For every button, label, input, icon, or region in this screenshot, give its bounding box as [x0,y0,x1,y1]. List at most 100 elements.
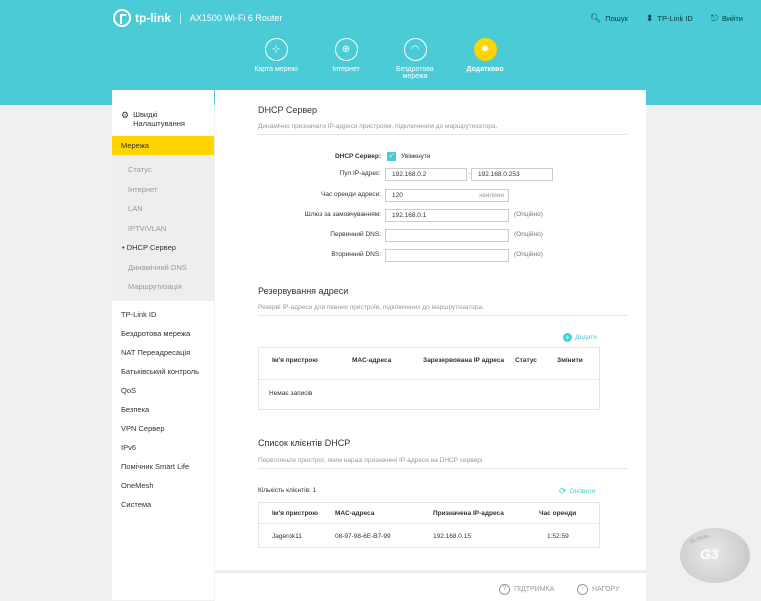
client-mac: 08-97-98-6E-B7-99 [335,533,391,540]
brand-name: tp-link [135,11,171,25]
ip-pool-end-input[interactable]: 192.168.0.253 [471,168,553,181]
ip-pool-row: Пул IP-адрес: 192.168.0.2 - 192.168.0.25… [215,168,646,182]
sidebar-subitem-internet[interactable]: Інтернет [112,180,214,200]
secondary-dns-optional-hint: (Опційно) [514,251,543,258]
tab-network-map[interactable]: ⊹ Карта мережі [244,38,308,73]
col-reserved-ip: Зарезервована IP адреса [423,357,505,364]
sidebar-subitem-dhcp-server[interactable]: DHCP Сервер [112,238,214,258]
gateway-input[interactable]: 192.168.0.1 [385,209,509,222]
sidebar-item-tplink-id[interactable]: TP-Link ID [112,305,214,324]
header-tools: 🔍︎ Пошук ⬍ TP-Link ID ⎋ Вийти [590,13,761,24]
sidebar-item-qos[interactable]: QoS [112,381,214,400]
sidebar-subitem-routing[interactable]: Маршрутизація [112,277,214,297]
clients-section-title: Список клієнтів DHCP [258,438,351,448]
clients-table: Ім'я пристрою МАС-адреса Призначена IP-а… [258,502,600,548]
reservation-empty: Немає записів [269,390,313,397]
gateway-row: Шлюз за замовчуванням: 192.168.0.1 (Опці… [215,209,646,223]
tab-wireless[interactable]: ◠ Бездротова мережа [383,38,447,80]
primary-dns-label: Первинний DNS: [330,231,381,238]
sidebar-network-submenu: Статус Інтернет LAN IPTV/VLAN DHCP Серве… [112,155,214,301]
reservation-section-title: Резервування адреси [258,286,349,296]
tab-internet[interactable]: ⊕ Інтернет [314,38,378,73]
primary-dns-input[interactable] [385,229,509,242]
client-name: Jagerok11 [272,533,302,540]
logout-button[interactable]: ⎋ Вийти [711,13,743,24]
sidebar-subitem-iptv-vlan[interactable]: IPTV/VLAN [112,219,214,239]
ip-pool-start-input[interactable]: 192.168.0.2 [385,168,467,181]
support-link[interactable]: ? ПІДТРИМКА [499,584,554,595]
sidebar-subitem-ddns[interactable]: Динамічний DNS [112,258,214,278]
dhcp-section-title: DHCP Сервер [258,105,318,115]
logo-separator: | [179,12,182,24]
dhcp-enable-checkbox[interactable]: ✓ [387,152,396,161]
wifi-icon: ◠ [403,38,427,61]
sidebar-item-system[interactable]: Система [112,495,214,514]
client-lease: 1:52:59 [547,533,569,540]
main-content: DHCP Сервер Динамічно призначати IP-адре… [215,90,646,570]
search-icon: 🔍︎ [589,13,602,23]
lease-time-row: Час оренди адреси: 120 хвилини [215,189,646,203]
col-client-name: Ім'я пристрою [272,510,318,517]
secondary-dns-label: Вторинний DNS: [331,251,381,258]
network-map-icon: ⊹ [264,38,288,61]
tp-link-logo-icon [113,9,131,27]
back-to-top-link[interactable]: ↑ НАГОРУ [577,584,620,595]
col-device-name: Ім'я пристрою [272,357,318,364]
gateway-optional-hint: (Опційно) [514,211,543,218]
sidebar-item-ipv6[interactable]: IPv6 [112,438,214,457]
sidebar: ⚙ Швидкі Налаштування Мережа Статус Інте… [112,90,214,600]
search-button[interactable]: 🔍︎ Пошук [590,13,628,24]
sidebar-item-parental-controls[interactable]: Батьківський контроль [112,362,214,381]
dhcp-server-row: DHCP Сервер: ✓ Увімкнути [215,151,646,165]
sidebar-item-quick-setup[interactable]: ⚙ Швидкі Налаштування [112,110,214,128]
col-mac: МАС-адреса [352,357,392,364]
dhcp-enable-label: Увімкнути [401,153,431,160]
watermark-mark: G3 [700,546,719,562]
reservation-section-desc: Резерві IP-адреси для певних пристроїв, … [258,304,628,316]
col-status: Статус [515,357,537,364]
col-client-lease: Час оренди [539,510,577,517]
refresh-icon: ⟳ [559,486,567,496]
sidebar-subitem-lan[interactable]: LAN [112,199,214,219]
lease-time-input[interactable]: 120 хвилини [385,189,509,202]
sidebar-item-nat[interactable]: NAT Переадресація [112,343,214,362]
tplink-id-icon: ⬍ [645,13,654,23]
secondary-dns-input[interactable] [385,249,509,262]
clients-table-header: Ім'я пристрою МАС-адреса Призначена IP-а… [259,503,599,524]
bottom-bar: ? ПІДТРИМКА ↑ НАГОРУ [215,572,646,601]
sidebar-item-smart-life[interactable]: Помічник Smart Life [112,457,214,476]
watermark-text: GLOBAL [689,532,711,546]
support-icon: ? [499,584,510,595]
watermark-logo: GLOBAL G3 [680,528,750,583]
gateway-label: Шлюз за замовчуванням: [304,211,381,218]
brand-logo[interactable]: tp-link | AX1500 Wi-Fi 6 Router [113,9,282,27]
logout-icon: ⎋ [710,13,718,23]
clients-section-desc: Перегляньте пристрої, яким наразі призна… [258,457,628,469]
sidebar-item-wireless[interactable]: Бездротова мережа [112,324,214,343]
sidebar-subitem-status[interactable]: Статус [112,160,214,180]
router-model: AX1500 Wi-Fi 6 Router [189,13,283,23]
tplink-id-button[interactable]: ⬍ TP-Link ID [646,13,693,24]
sidebar-item-onemesh[interactable]: OneMesh [112,476,214,495]
lease-time-unit: хвилини [479,192,504,199]
primary-dns-row: Первинний DNS: (Опційно) [215,229,646,243]
col-client-mac: МАС-адреса [335,510,375,517]
dhcp-server-label: DHCP Сервер: [334,153,381,160]
ip-pool-label: Пул IP-адрес: [339,170,381,177]
globe-icon: ⊕ [334,38,358,61]
sidebar-item-network[interactable]: Мережа [112,136,214,155]
client-count: Кількість клієнтів: 1 [258,487,317,494]
tab-advanced[interactable]: ✹ Додатково [453,38,517,73]
quick-setup-icon: ⚙ [121,110,130,120]
reservation-table: Ім'я пристрою МАС-адреса Зарезервована I… [258,347,600,410]
refresh-button[interactable]: ⟳ Оновити [559,486,596,497]
add-reservation-button[interactable]: + Додати [563,333,597,342]
sidebar-item-security[interactable]: Безпека [112,400,214,419]
reservation-table-header: Ім'я пристрою МАС-адреса Зарезервована I… [259,348,599,380]
col-client-ip: Призначена IP-адреса [433,510,504,517]
sidebar-item-vpn[interactable]: VPN Сервер [112,419,214,438]
dhcp-section-desc: Динамічно призначати IP-адреси пристроям… [258,123,628,135]
client-ip: 192.168.0.15 [433,533,471,540]
lease-time-label: Час оренди адреси: [321,191,381,198]
arrow-up-icon: ↑ [577,584,588,595]
